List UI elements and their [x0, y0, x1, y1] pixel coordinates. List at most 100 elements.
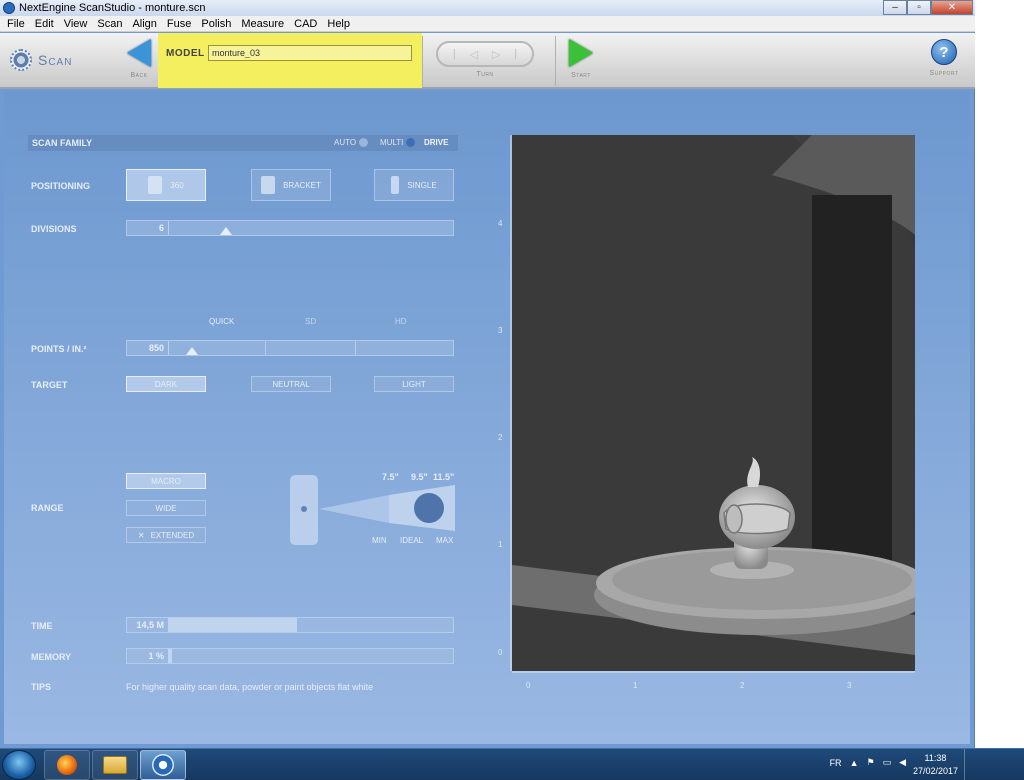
menu-edit[interactable]: Edit — [30, 18, 59, 30]
model-name-input[interactable] — [208, 45, 412, 61]
time-bar: 14,5 M — [126, 617, 454, 633]
range-min-label: MIN — [372, 536, 387, 545]
points-value: 850 — [127, 341, 169, 355]
menu-fuse[interactable]: Fuse — [162, 18, 196, 30]
divisions-value: 6 — [127, 221, 169, 235]
range-macro-button[interactable]: MACRO — [126, 473, 206, 489]
ideal-range-marker — [414, 493, 444, 523]
menu-file[interactable]: File — [2, 18, 30, 30]
camera-y-axis: 4 3 2 1 0 — [494, 135, 512, 671]
target-light-button[interactable]: LIGHT — [374, 376, 454, 392]
menu-view[interactable]: View — [59, 18, 93, 30]
taskbar-scanstudio[interactable] — [140, 750, 186, 780]
x-tick-label: 1 — [633, 681, 638, 690]
taskbar-firefox[interactable] — [44, 750, 90, 780]
range-extended-button[interactable]: ✕ EXTENDED — [126, 527, 206, 543]
menu-cad[interactable]: CAD — [289, 18, 322, 30]
radio-multi[interactable]: MULTI — [380, 138, 416, 147]
range-wide-button[interactable]: WIDE — [126, 500, 206, 516]
toolbar-separator — [555, 36, 556, 86]
turn-stop-right-icon[interactable]: | — [514, 48, 517, 60]
taskbar-explorer[interactable] — [92, 750, 138, 780]
time-value: 14,5 M — [127, 618, 169, 632]
start-button[interactable]: Start — [563, 39, 599, 83]
clock-date: 27/02/2017 — [912, 766, 958, 776]
model-area: MODEL — [158, 33, 422, 88]
menu-polish[interactable]: Polish — [196, 18, 236, 30]
turn-left-icon[interactable]: ◁ — [470, 48, 478, 61]
target-neutral-button[interactable]: NEUTRAL — [251, 376, 331, 392]
support-button[interactable]: ? Support — [924, 39, 964, 83]
clock-time: 11:38 — [924, 753, 947, 763]
x-axis-ruler — [512, 671, 915, 673]
turn-stop-left-icon[interactable]: | — [453, 48, 456, 60]
show-desktop-button[interactable] — [964, 749, 974, 780]
points-label: POINTS / IN.² — [31, 344, 87, 354]
volume-icon[interactable]: ◀ — [899, 757, 906, 768]
network-icon[interactable]: ▭ — [883, 757, 892, 768]
close-button[interactable]: ✕ — [931, 0, 973, 15]
positioning-bracket-button[interactable]: BRACKET — [251, 169, 331, 201]
extended-x-icon: ✕ — [137, 530, 145, 540]
divisions-label: DIVISIONS — [31, 224, 77, 234]
maximize-button[interactable]: ▫ — [907, 0, 931, 15]
memory-bar-fill — [169, 649, 172, 663]
turn-right-icon[interactable]: ▷ — [492, 48, 500, 61]
radio-drive[interactable]: DRIVE — [424, 138, 448, 147]
points-slider-thumb[interactable] — [185, 347, 198, 355]
tray-expand-icon[interactable]: ▲ — [850, 758, 859, 768]
range-distance-max: 11.5" — [433, 472, 455, 482]
app-icon — [3, 2, 15, 14]
start-arrow-icon — [569, 39, 593, 67]
scanstudio-icon — [152, 754, 174, 776]
range-max-label: MAX — [436, 536, 454, 545]
y-tick-label: 3 — [498, 326, 503, 335]
taskbar-clock[interactable]: 11:38 27/02/2017 — [913, 752, 958, 778]
positioning-bracket-label: BRACKET — [283, 180, 321, 190]
menu-measure[interactable]: Measure — [236, 18, 289, 30]
x-tick-label: 2 — [740, 681, 745, 690]
divisions-slider-thumb[interactable] — [219, 227, 232, 235]
positioning-single-button[interactable]: SINGLE — [374, 169, 454, 201]
turn-control: | ◁ ▷ | Turn — [436, 41, 534, 85]
single-icon — [391, 176, 400, 194]
back-button[interactable]: Back — [120, 39, 158, 83]
menu-align[interactable]: Align — [127, 18, 161, 30]
scan-mode-title: Scan — [10, 49, 72, 71]
minimize-button[interactable]: – — [883, 0, 907, 15]
divisions-slider[interactable]: 6 — [126, 220, 454, 236]
target-label: TARGET — [31, 380, 68, 390]
radio-drive-label: DRIVE — [424, 138, 449, 147]
tips-text: For higher quality scan data, powder or … — [126, 682, 374, 692]
folder-icon — [103, 756, 127, 774]
camera-x-axis: 0 1 2 3 — [512, 671, 915, 695]
y-tick-label: 4 — [498, 219, 503, 228]
radio-multi-dot[interactable] — [406, 138, 416, 147]
back-label: Back — [130, 72, 148, 79]
memory-value: 1 % — [127, 649, 169, 663]
support-label: Support — [929, 70, 959, 77]
menu-help[interactable]: Help — [322, 18, 355, 30]
windows-start-button[interactable] — [2, 750, 36, 780]
time-label: TIME — [31, 621, 53, 631]
app-window: NextEngine ScanStudio - monture.scn – ▫ … — [0, 0, 975, 748]
camera-image — [512, 135, 915, 671]
radio-auto-dot[interactable] — [359, 138, 369, 147]
back-arrow-icon — [127, 39, 151, 67]
action-center-icon[interactable]: ⚑ — [866, 757, 874, 768]
positioning-single-label: SINGLE — [407, 180, 437, 190]
points-tick — [355, 341, 356, 355]
camera-preview — [512, 135, 915, 671]
radio-auto[interactable]: AUTO — [334, 138, 369, 147]
scan-label: Scan — [38, 52, 73, 68]
quality-quick-label: QUICK — [209, 317, 235, 326]
turn-label: Turn — [476, 71, 494, 78]
radio-auto-label: AUTO — [334, 138, 357, 147]
target-dark-button[interactable]: DARK — [126, 376, 206, 392]
help-icon: ? — [931, 39, 957, 65]
menu-scan[interactable]: Scan — [92, 18, 127, 30]
language-indicator[interactable]: FR — [830, 758, 842, 768]
bracket-icon — [261, 176, 276, 194]
positioning-360-button[interactable]: 360 — [126, 169, 206, 201]
points-slider[interactable]: 850 — [126, 340, 454, 356]
